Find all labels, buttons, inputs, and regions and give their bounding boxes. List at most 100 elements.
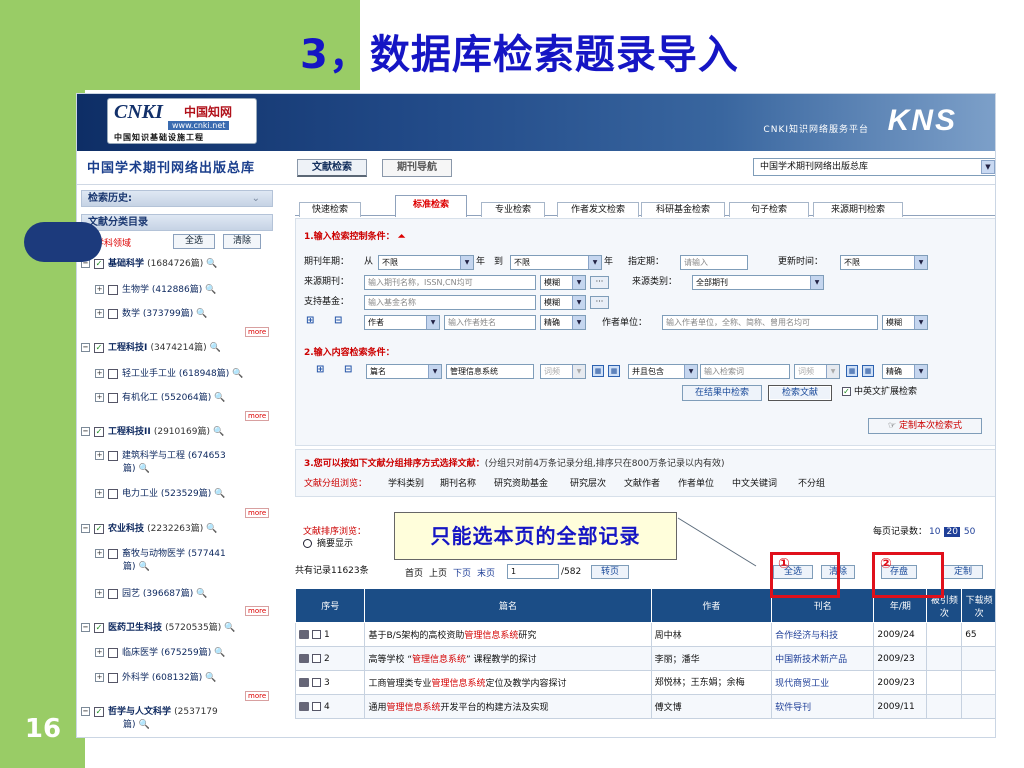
abstract-radio[interactable] — [303, 539, 312, 548]
search-history-bar[interactable]: 检索历史: ⌄ — [81, 190, 273, 207]
title-cell[interactable]: 基于B/S架构的高校资助管理信息系统研究 — [364, 622, 652, 647]
magnifier-icon[interactable]: 🔍 — [196, 588, 207, 601]
sidebar-select-all-button[interactable]: 全选 — [173, 234, 215, 249]
year-from-select[interactable]: 不限 ▼ — [378, 255, 474, 270]
tab-quick-search[interactable]: 快速检索 — [299, 202, 361, 217]
category-checkbox[interactable]: ✓ — [94, 258, 104, 269]
document-icon[interactable] — [299, 677, 309, 687]
document-icon[interactable] — [299, 701, 309, 711]
collapse-icon[interactable]: ⌄ — [252, 191, 260, 206]
remove-row-icon[interactable]: ⊟ — [334, 315, 342, 326]
more-link[interactable]: more — [245, 327, 270, 337]
expand-toggle-icon[interactable]: + — [95, 589, 104, 598]
category-checkbox[interactable] — [108, 392, 118, 403]
more-link[interactable]: more — [245, 411, 270, 421]
database-select[interactable]: 中国学术期刊网络出版总库 ▼ — [753, 158, 995, 176]
category-item[interactable]: + 生物学 (412886篇) 🔍 — [95, 284, 217, 297]
magnifier-icon[interactable]: 🔍 — [139, 561, 150, 574]
group-link[interactable]: 学科类别 — [388, 476, 424, 489]
expand-toggle-icon[interactable]: + — [95, 393, 104, 402]
col-header-downloads[interactable]: 下载频次 — [961, 588, 995, 623]
match2-select[interactable]: 精确 ▼ — [882, 364, 928, 379]
expand-toggle-icon[interactable]: + — [95, 285, 104, 294]
source-type-select[interactable]: 全部期刊 ▼ — [692, 275, 824, 290]
year-to-select[interactable]: 不限 ▼ — [510, 255, 602, 270]
group-link[interactable]: 研究资助基金 — [494, 476, 548, 489]
dictionary-icon[interactable]: ▦ — [862, 365, 874, 377]
title-cell[interactable]: 通用管理信息系统开发平台的构建方法及实现 — [364, 694, 652, 719]
nav-tab-journal-guide[interactable]: 期刊导航 — [382, 159, 452, 177]
category-checkbox[interactable]: ✓ — [94, 342, 104, 353]
category-item[interactable]: + 建筑科学与工程 (674653 — [95, 450, 226, 463]
category-item[interactable]: − ✓ 基础科学 (1684726篇) 🔍 — [81, 258, 217, 271]
ellipsis-button[interactable]: ··· — [590, 296, 609, 309]
expand-toggle-icon[interactable]: + — [95, 648, 104, 657]
author-cell[interactable]: 周中林 — [650, 622, 773, 647]
source-journal-input[interactable]: 输入期刊名称，ISSN,CN均可 — [364, 275, 536, 290]
expand-toggle-icon[interactable]: + — [95, 451, 104, 460]
category-item[interactable]: − ✓ 农业科技 (2232263篇) 🔍 — [81, 523, 217, 536]
category-item[interactable]: + 数学 (373799篇) 🔍 — [95, 308, 208, 321]
logic-select[interactable]: 并且包含 ▼ — [628, 364, 698, 379]
author-field-select[interactable]: 作者 ▼ — [364, 315, 440, 330]
journal-cell[interactable]: 软件导刊 — [771, 694, 875, 719]
magnifier-icon[interactable]: 🔍 — [210, 342, 221, 355]
related-words-icon[interactable]: ▦ — [846, 365, 858, 377]
expand-toggle-icon[interactable]: + — [95, 309, 104, 318]
category-item[interactable]: − ✓ 医药卫生科技 (5720535篇) 🔍 — [81, 622, 235, 635]
per-page-option[interactable]: 10 — [929, 527, 940, 537]
related-words-icon[interactable]: ▦ — [592, 365, 604, 377]
category-item[interactable]: + 外科学 (608132篇) 🔍 — [95, 672, 217, 685]
magnifier-icon[interactable]: 🔍 — [213, 426, 224, 439]
abstract-display-option[interactable]: 摘要显示 — [303, 537, 353, 552]
fund-match-select[interactable]: 模糊 ▼ — [540, 295, 586, 310]
go-page-button[interactable]: 转页 — [591, 565, 629, 579]
magnifier-icon[interactable]: 🔍 — [205, 284, 216, 297]
collapse-arrow-icon[interactable]: ⏶ — [398, 232, 405, 242]
tab-author-search[interactable]: 作者发文检索 — [557, 202, 639, 217]
col-header-no[interactable]: 序号 — [294, 588, 366, 623]
journal-cell[interactable]: 中国新技术新产品 — [771, 646, 875, 671]
group-link[interactable]: 作者单位 — [678, 476, 714, 489]
keyword2-input[interactable]: 输入检索词 — [700, 364, 790, 379]
fund-input[interactable]: 输入基金名称 — [364, 295, 536, 310]
category-checkbox[interactable]: ✓ — [94, 706, 104, 717]
per-page-option-selected[interactable]: 20 — [944, 527, 960, 537]
magnifier-icon[interactable]: 🔍 — [214, 647, 225, 660]
magnifier-icon[interactable]: 🔍 — [232, 368, 243, 381]
group-link[interactable]: 文献作者 — [624, 476, 660, 489]
tab-fund-search[interactable]: 科研基金检索 — [641, 202, 725, 217]
magnifier-icon[interactable]: 🔍 — [206, 523, 217, 536]
category-checkbox[interactable]: ✓ — [94, 426, 104, 437]
sidebar-clear-button[interactable]: 清除 — [223, 234, 261, 249]
issue-cell[interactable]: 2009/24 — [873, 622, 928, 647]
magnifier-icon[interactable]: 🔍 — [224, 622, 235, 635]
tab-sentence-search[interactable]: 句子检索 — [729, 202, 809, 217]
magnifier-icon[interactable]: 🔍 — [214, 392, 225, 405]
more-link[interactable]: more — [245, 606, 270, 616]
tab-standard-search[interactable]: 标准检索 — [395, 195, 467, 217]
magnifier-icon[interactable]: 🔍 — [214, 488, 225, 501]
tab-source-journal-search[interactable]: 来源期刊检索 — [813, 202, 903, 217]
page-number-input[interactable]: 1 — [507, 564, 559, 579]
collapse-toggle-icon[interactable]: − — [81, 427, 90, 436]
author-match-select[interactable]: 精确 ▼ — [540, 315, 586, 330]
content-field-select[interactable]: 篇名 ▼ — [366, 364, 442, 379]
issue-cell[interactable]: 2009/23 — [873, 646, 928, 671]
prev-page-link[interactable]: 上页 — [429, 566, 447, 579]
author-input[interactable]: 输入作者姓名 — [444, 315, 536, 330]
last-page-link[interactable]: 末页 — [477, 566, 495, 579]
tab-professional-search[interactable]: 专业检索 — [481, 202, 545, 217]
remove-row-icon[interactable]: ⊟ — [344, 364, 352, 375]
unit-match-select[interactable]: 模糊 ▼ — [882, 315, 928, 330]
category-item[interactable]: − ✓ 哲学与人文科学 (2537179 — [81, 706, 218, 719]
magnifier-icon[interactable]: 🔍 — [206, 258, 217, 271]
col-header-author[interactable]: 作者 — [650, 588, 773, 623]
category-item[interactable]: + 畜牧与动物医学 (577441 — [95, 548, 226, 561]
category-item[interactable]: − ✓ 工程科技II (2910169篇) 🔍 — [81, 426, 224, 439]
category-item[interactable]: + 临床医学 (675259篇) 🔍 — [95, 647, 226, 660]
more-link[interactable]: more — [245, 508, 270, 518]
row-checkbox[interactable] — [312, 701, 321, 711]
next-page-link[interactable]: 下页 — [453, 566, 471, 579]
ellipsis-button[interactable]: ··· — [590, 276, 609, 289]
